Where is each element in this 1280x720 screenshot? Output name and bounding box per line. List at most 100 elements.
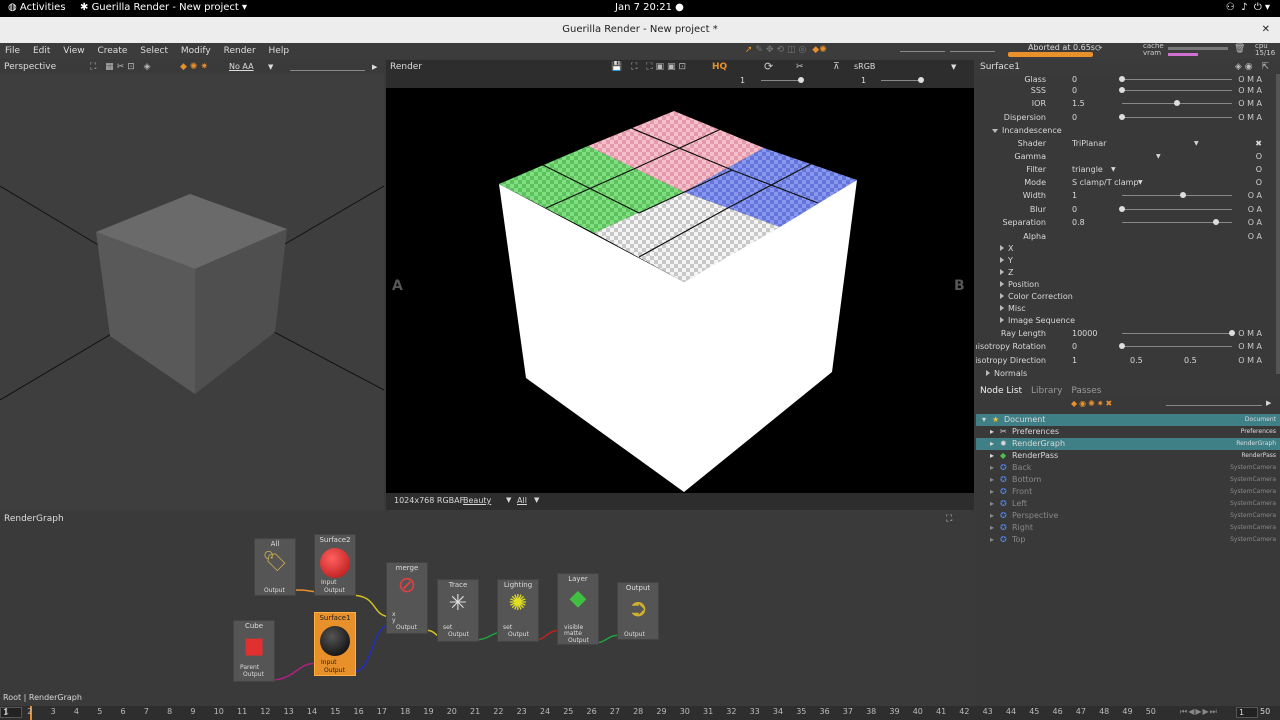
mode-o-toggle[interactable]: O xyxy=(1256,176,1262,189)
tree-row-front[interactable]: ▸ ✪ Front SystemCamera xyxy=(976,486,1280,498)
playback-controls[interactable]: ⏮◀▶▶⏭ xyxy=(1180,707,1218,717)
mode-dropdown-arrow[interactable]: ▼ xyxy=(1138,176,1143,189)
filter-dropdown[interactable]: All xyxy=(517,496,527,505)
crop-icon[interactable]: ✂ xyxy=(796,60,804,74)
tree-row-left[interactable]: ▸ ✪ Left SystemCamera xyxy=(976,498,1280,510)
tree-row-preferences[interactable]: ▸ ✂ Preferences Preferences xyxy=(976,426,1280,438)
node-surface1[interactable]: Surface1 Input Output xyxy=(314,612,356,676)
menu-select[interactable]: Select xyxy=(135,43,173,59)
tree-row-rendergraph[interactable]: ▸ ✹ RenderGraph RenderGraph xyxy=(976,438,1280,450)
slider-knob[interactable] xyxy=(1229,330,1235,336)
clear-shader-icon[interactable]: ✖ xyxy=(1255,137,1262,150)
expand-icon[interactable]: ▸ xyxy=(990,450,994,462)
slider-knob[interactable] xyxy=(1179,192,1186,198)
slider-knob[interactable] xyxy=(1119,76,1125,82)
slider-knob[interactable] xyxy=(1212,219,1219,225)
viewport-tools-icon[interactable]: ⛶ ▦✂⊡ ◈ xyxy=(90,60,154,74)
range-start-input[interactable]: 1 xyxy=(1236,707,1258,718)
range-end-value[interactable]: 50 xyxy=(1260,707,1270,716)
node-search-input[interactable] xyxy=(1166,405,1262,406)
node-cube[interactable]: Cube ◼ Parent Output xyxy=(233,620,275,682)
tree-row-top[interactable]: ▸ ✪ Top SystemCamera xyxy=(976,534,1280,546)
close-icon[interactable]: ✕ xyxy=(1262,17,1270,43)
prop-slider[interactable] xyxy=(1119,343,1232,349)
light-tool-icon[interactable]: ◆✺ xyxy=(812,45,826,55)
prop-slider[interactable] xyxy=(1122,330,1235,336)
menu-modify[interactable]: Modify xyxy=(176,43,216,59)
refresh-icon[interactable]: ⟳ xyxy=(1095,44,1103,54)
search-arrow-icon[interactable]: ▶ xyxy=(1266,399,1271,407)
mode-dropdown[interactable]: S clamp/T clamp xyxy=(1072,176,1139,189)
aov-dropdown-arrow[interactable]: ▼ xyxy=(506,496,511,504)
expand-icon[interactable]: ▸ xyxy=(990,474,994,486)
app-menu[interactable]: ✱ Guerilla Render - New project ▾ xyxy=(80,2,247,13)
layout-dropdown-2[interactable] xyxy=(950,51,995,52)
collapsed-section-normals[interactable]: Normals xyxy=(976,367,1276,380)
select-tool-icon[interactable]: ➚ xyxy=(745,45,753,55)
node-output[interactable]: Output ➲ Output xyxy=(617,582,659,640)
tab-node-list[interactable]: Node List xyxy=(980,386,1022,396)
trash-icon[interactable]: 🗑 xyxy=(1234,44,1245,54)
expand-icon[interactable]: ▸ xyxy=(990,534,994,546)
ray-length-oma[interactable]: O M A xyxy=(1238,327,1262,340)
menu-create[interactable]: Create xyxy=(92,43,132,59)
render-view[interactable]: Render 💾 ⛶ ⛶▣▣⊡ HQ ⟳ ✂ ⊼ sRGB ▼ 1 1 A B xyxy=(386,60,974,510)
render-tools-icon[interactable]: 💾 ⛶ ⛶▣▣⊡ xyxy=(611,60,689,74)
expand-icon[interactable]: ▸ xyxy=(990,438,994,450)
slider-knob[interactable] xyxy=(1119,87,1125,93)
aa-dropdown-arrow[interactable]: ▼ xyxy=(268,60,273,74)
tree-row-bottom[interactable]: ▸ ✪ Bottom SystemCamera xyxy=(976,474,1280,486)
filter-dropdown-arrow[interactable]: ▼ xyxy=(534,496,539,504)
viewport-shading-icon[interactable]: ◆✺✷ xyxy=(180,60,211,74)
shader-dropdown-arrow[interactable]: ▼ xyxy=(1194,137,1199,150)
filter-o-toggle[interactable]: O xyxy=(1256,163,1262,176)
gamma-value[interactable]: 1 xyxy=(861,74,866,88)
collapse-right-icon[interactable]: ▶ xyxy=(372,60,377,74)
prop-slider[interactable] xyxy=(1122,219,1232,225)
prop-slider[interactable] xyxy=(1122,100,1232,106)
node-all[interactable]: All 🏷 Output xyxy=(254,538,296,596)
system-tray[interactable]: ⚇ ♪ ⏻ ▾ xyxy=(1226,2,1270,13)
expand-icon[interactable]: ▾ xyxy=(982,414,986,426)
tab-library[interactable]: Library xyxy=(1031,386,1062,396)
layout-dropdown[interactable] xyxy=(900,51,945,52)
exposure-value[interactable]: 1 xyxy=(740,74,745,88)
perspective-viewport[interactable]: Perspective ⛶ ▦✂⊡ ◈ ◆✺✷ No AA ▼ ▶ xyxy=(0,60,384,510)
filter-value-arrow[interactable]: ▼ xyxy=(1111,163,1116,176)
prop-slider[interactable] xyxy=(1119,114,1232,120)
expand-icon[interactable]: ▸ xyxy=(990,522,994,534)
tree-row-renderpass[interactable]: ▸ ◆ RenderPass RenderPass xyxy=(976,450,1280,462)
expand-icon[interactable]: ▸ xyxy=(990,462,994,474)
hq-toggle[interactable]: HQ xyxy=(712,60,727,74)
slider-knob[interactable] xyxy=(1174,100,1180,106)
properties-tools-icon[interactable]: ◈◉ ⇱ xyxy=(1235,60,1272,74)
timeline[interactable]: 1 1 2 3 4 5 6 7 8 9 10 11 12 13 14 15 16 17 18 19 20 21 22 23 2… xyxy=(0,706,1280,720)
node-layer[interactable]: Layer ◆ visible matte Output xyxy=(557,573,599,645)
transform-tools-icon[interactable]: ✎✥⟲◫◎ xyxy=(755,45,809,55)
tab-passes[interactable]: Passes xyxy=(1071,386,1101,396)
aniso-rot-oma[interactable]: O M A xyxy=(1238,340,1262,353)
activities-button[interactable]: ◍ Activities xyxy=(8,2,66,13)
node-surface2[interactable]: Surface2 Input Output xyxy=(314,534,356,596)
aov-dropdown[interactable]: Beauty xyxy=(463,496,491,505)
properties-scrollbar[interactable] xyxy=(1276,74,1280,374)
node-merge[interactable]: merge ⊘ x y Output xyxy=(386,562,428,634)
shader-dropdown[interactable]: TriPlanar xyxy=(1072,137,1106,150)
colorspace-arrow[interactable]: ▼ xyxy=(951,60,956,74)
menu-file[interactable]: File xyxy=(0,43,25,59)
refresh-render-icon[interactable]: ⟳ xyxy=(764,60,773,74)
slider-knob[interactable] xyxy=(1119,343,1125,349)
filter-type-icons[interactable]: ◆◉✺✷✖ xyxy=(1071,399,1114,408)
menu-view[interactable]: View xyxy=(58,43,89,59)
gamma-dropdown-arrow[interactable]: ▼ xyxy=(1156,150,1161,163)
gamma-o-toggle[interactable]: O xyxy=(1256,150,1262,163)
expand-icon[interactable]: ▸ xyxy=(990,426,994,438)
clock[interactable]: Jan 7 20:21 ● xyxy=(615,2,684,13)
prop-slider[interactable] xyxy=(1119,206,1232,212)
exposure-slider[interactable] xyxy=(761,77,804,83)
prop-slider[interactable] xyxy=(1119,76,1232,82)
expand-icon[interactable]: ▸ xyxy=(990,498,994,510)
tree-row-right[interactable]: ▸ ✪ Right SystemCamera xyxy=(976,522,1280,534)
prop-slider[interactable] xyxy=(1122,192,1232,198)
tree-row-back[interactable]: ▸ ✪ Back SystemCamera xyxy=(976,462,1280,474)
